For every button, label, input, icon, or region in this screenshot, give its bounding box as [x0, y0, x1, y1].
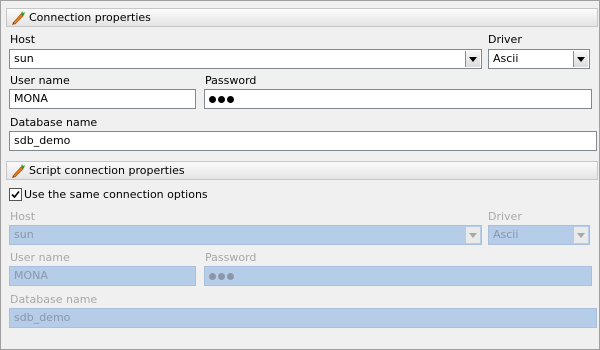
checkmark-icon — [11, 190, 20, 199]
chevron-down-icon — [469, 232, 477, 238]
script-host-label: Host — [10, 210, 36, 223]
chevron-down-icon — [577, 56, 585, 62]
section-title: Connection properties — [29, 11, 151, 24]
database-name-label: Database name — [10, 116, 98, 129]
user-name-label: User name — [10, 74, 70, 87]
chevron-down-icon — [577, 232, 585, 238]
password-mask — [209, 90, 234, 108]
script-user-name-input[interactable]: MONA — [9, 266, 196, 286]
script-host-combobox[interactable]: sun — [9, 225, 482, 245]
script-driver-dropdown-button[interactable] — [573, 227, 588, 243]
script-database-name-label: Database name — [10, 293, 98, 306]
script-password-mask — [209, 267, 234, 285]
script-driver-label: Driver — [488, 210, 522, 223]
host-combobox[interactable]: sun — [9, 49, 482, 69]
carrot-pencil-icon — [12, 10, 25, 25]
chevron-down-icon — [469, 56, 477, 62]
script-database-name-input[interactable]: sdb_demo — [9, 308, 597, 328]
password-input[interactable] — [204, 89, 592, 109]
database-name-value: sdb_demo — [14, 134, 71, 147]
driver-label: Driver — [488, 33, 522, 46]
user-name-input[interactable]: MONA — [9, 89, 196, 109]
carrot-pencil-icon — [12, 163, 25, 178]
section-title: Script connection properties — [29, 164, 185, 177]
same-connection-checkbox[interactable] — [9, 188, 22, 201]
script-host-value: sun — [14, 228, 34, 241]
script-database-name-value: sdb_demo — [14, 311, 71, 324]
host-dropdown-button[interactable] — [465, 51, 480, 67]
host-label: Host — [10, 33, 36, 46]
script-password-label: Password — [205, 251, 257, 264]
script-password-input[interactable] — [204, 266, 592, 286]
script-user-name-label: User name — [10, 251, 70, 264]
script-driver-value: Ascii — [493, 228, 519, 241]
script-host-dropdown-button[interactable] — [465, 227, 480, 243]
driver-dropdown-button[interactable] — [573, 51, 588, 67]
driver-value: Ascii — [493, 52, 519, 65]
driver-combobox[interactable]: Ascii — [488, 49, 590, 69]
script-connection-properties-header: Script connection properties — [6, 161, 598, 180]
same-connection-label[interactable]: Use the same connection options — [24, 188, 208, 201]
script-driver-combobox[interactable]: Ascii — [488, 225, 590, 245]
password-label: Password — [205, 74, 257, 87]
user-name-value: MONA — [14, 92, 48, 105]
database-name-input[interactable]: sdb_demo — [9, 131, 597, 151]
script-user-name-value: MONA — [14, 269, 48, 282]
connection-properties-header: Connection properties — [6, 8, 598, 27]
host-value: sun — [14, 52, 34, 65]
